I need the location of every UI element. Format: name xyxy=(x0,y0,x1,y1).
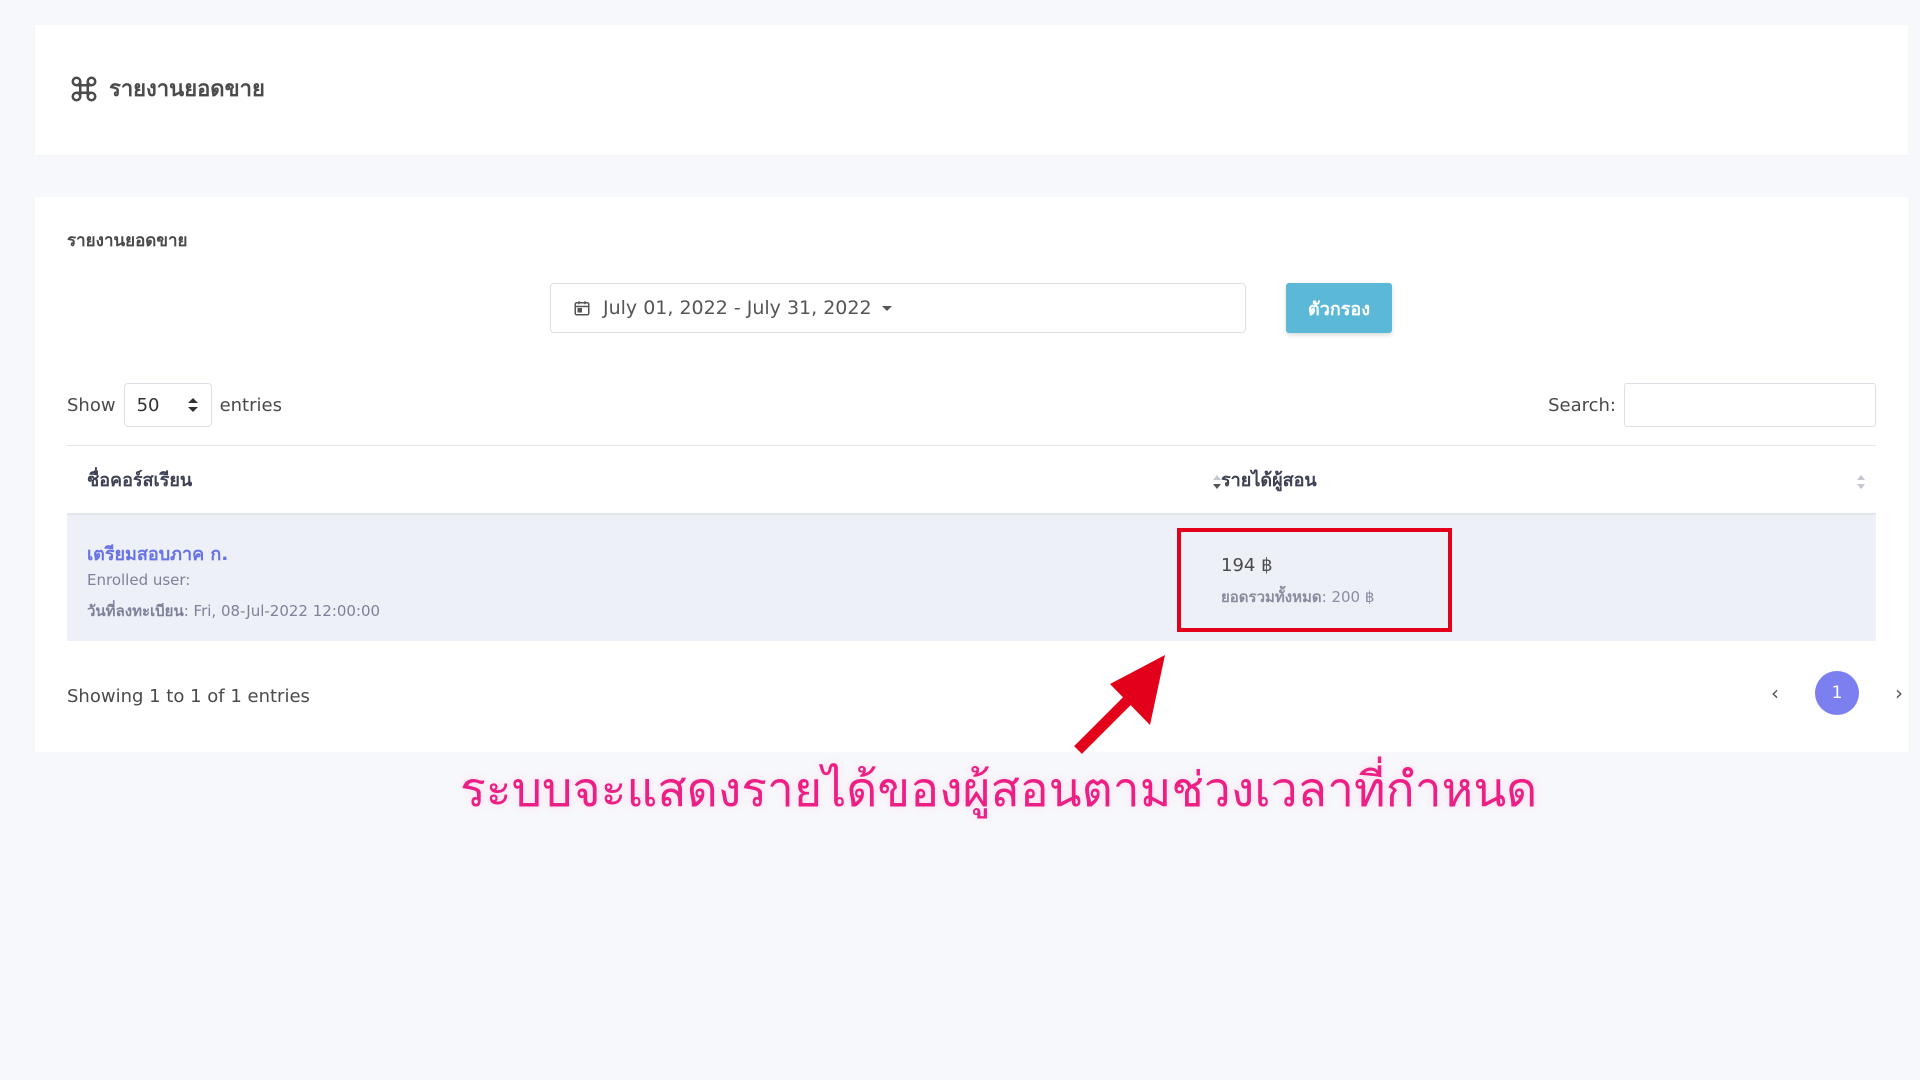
date-range-value: July 01, 2022 - July 31, 2022 xyxy=(603,297,872,319)
search-control: Search: xyxy=(1548,383,1876,427)
highlight-box xyxy=(1177,528,1452,632)
command-icon xyxy=(71,76,97,101)
calendar-icon xyxy=(574,301,590,316)
previous-page-button[interactable]: ‹ xyxy=(1759,677,1791,709)
report-card: รายงานยอดขาย July 01, 2022 - July 31, 20… xyxy=(35,197,1908,752)
sales-table: ชื่อคอร์สเรียน รายได้ผู้สอน เตรียมสอบภาค… xyxy=(67,445,1876,641)
entries-select-value: 50 xyxy=(136,394,160,416)
registration-date-label: วันที่ลงทะเบียน xyxy=(87,602,184,620)
page-header: รายงานยอดขาย xyxy=(69,71,265,106)
table-row: เตรียมสอบภาค ก. Enrolled user: วันที่ลงท… xyxy=(67,515,1876,641)
registration-date: วันที่ลงทะเบียน: Fri, 08-Jul-2022 12:00:… xyxy=(87,599,380,623)
date-range-picker[interactable]: July 01, 2022 - July 31, 2022 xyxy=(550,283,1246,333)
annotation-caption: ระบบจะแสดงรายได้ของผู้สอนตามช่วงเวลาที่ก… xyxy=(460,762,1538,818)
column-header-course[interactable]: ชื่อคอร์สเรียน xyxy=(87,465,192,494)
page: รายงานยอดขาย รายงานยอดขาย July 01, 2022 … xyxy=(0,0,1920,1080)
pagination: ‹ 1 › xyxy=(1759,671,1915,715)
course-link[interactable]: เตรียมสอบภาค ก. xyxy=(87,539,228,568)
header-card: รายงานยอดขาย xyxy=(35,25,1908,155)
report-title: รายงานยอดขาย xyxy=(67,231,188,251)
column-header-income[interactable]: รายได้ผู้สอน xyxy=(1221,465,1317,494)
next-page-button[interactable]: › xyxy=(1883,677,1915,709)
sort-icon[interactable] xyxy=(1855,473,1867,491)
show-label: Show xyxy=(67,394,116,416)
search-label: Search: xyxy=(1548,394,1616,416)
registration-date-value: : Fri, 08-Jul-2022 12:00:00 xyxy=(183,602,381,620)
entries-select[interactable]: 50 xyxy=(123,383,212,427)
enrolled-user: Enrolled user: xyxy=(87,571,191,589)
filter-button[interactable]: ตัวกรอง xyxy=(1286,283,1392,333)
updown-arrow-icon xyxy=(187,398,198,412)
search-input[interactable] xyxy=(1624,383,1876,427)
page-title: รายงานยอดขาย xyxy=(109,77,265,102)
page-1-button[interactable]: 1 xyxy=(1815,671,1859,715)
red-arrow-icon xyxy=(1074,655,1165,754)
table-header: ชื่อคอร์สเรียน รายได้ผู้สอน xyxy=(67,445,1876,515)
entries-length-control: Show 50 entries xyxy=(67,383,282,427)
caret-down-icon xyxy=(881,305,892,311)
entries-label: entries xyxy=(219,394,282,416)
table-info: Showing 1 to 1 of 1 entries xyxy=(67,686,310,707)
